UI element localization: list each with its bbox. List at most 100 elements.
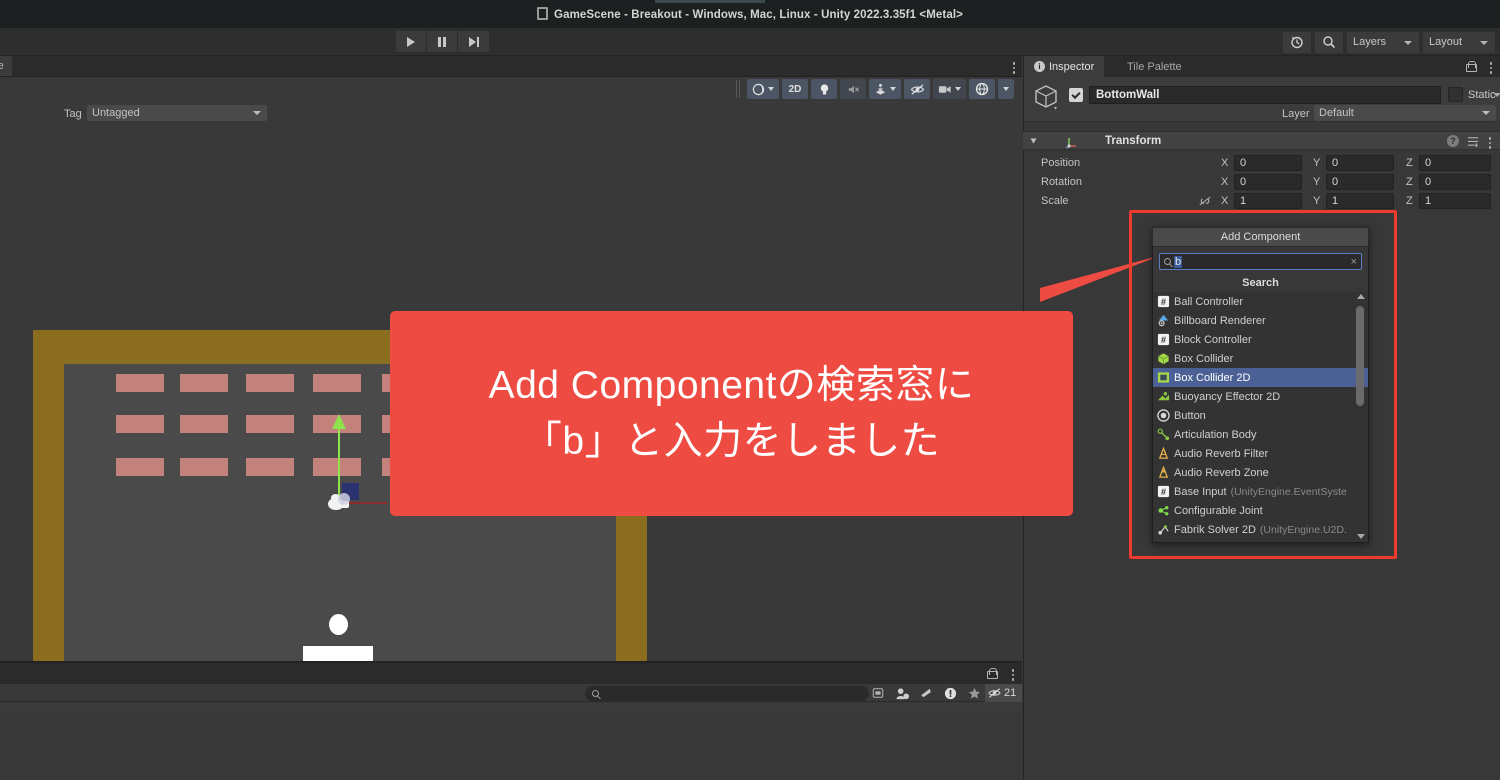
- layers-dropdown[interactable]: Layers: [1347, 31, 1419, 53]
- tag-dropdown[interactable]: Untagged: [87, 105, 267, 121]
- position-x-axis-label: X: [1221, 157, 1229, 169]
- project-favorite-button[interactable]: [962, 684, 986, 702]
- transform-component-header[interactable]: Transform ?: [1023, 131, 1500, 150]
- tab-tile-palette-label: Tile Palette: [1127, 60, 1182, 73]
- hidden-eye-icon: [988, 688, 1001, 698]
- callout-line-1: Add Componentの検索窓に: [488, 364, 975, 408]
- chevron-down-icon: [890, 87, 896, 91]
- layout-label: Layout: [1429, 36, 1463, 48]
- game-ball: [329, 614, 348, 635]
- gizmos-options-dropdown[interactable]: [998, 79, 1014, 99]
- layer-value: Default: [1319, 107, 1354, 119]
- block: [116, 415, 164, 433]
- block: [180, 374, 228, 392]
- foldout-arrow-icon[interactable]: [1030, 138, 1037, 144]
- play-button[interactable]: [396, 31, 427, 52]
- gizmos-dropdown[interactable]: [969, 79, 995, 99]
- play-icon: [407, 36, 415, 47]
- project-warning-button[interactable]: [914, 684, 938, 702]
- rotation-z-input[interactable]: 0: [1419, 174, 1491, 190]
- favorite-icon: [968, 687, 980, 699]
- rotation-y-input[interactable]: 0: [1326, 174, 1394, 190]
- position-z-input[interactable]: 0: [1419, 155, 1491, 171]
- transform-title: Transform: [1105, 135, 1162, 147]
- undo-history-icon: [1291, 36, 1303, 49]
- effects-dropdown[interactable]: [869, 79, 901, 99]
- search-icon: [592, 690, 599, 697]
- light-bulb-icon: [820, 83, 828, 95]
- 2d-toggle[interactable]: 2D: [782, 79, 808, 99]
- camera-icon: [938, 86, 951, 93]
- position-label: Position: [1041, 157, 1081, 169]
- pause-icon: [438, 36, 446, 47]
- preset-icon[interactable]: [1467, 135, 1480, 147]
- chevron-down-icon: [1003, 87, 1009, 91]
- window-title: GameScene - Breakout - Windows, Mac, Lin…: [537, 7, 963, 21]
- gameobject-enabled-checkbox[interactable]: [1069, 88, 1083, 102]
- project-account-button[interactable]: [890, 684, 914, 702]
- transform-menu-icon[interactable]: [1488, 135, 1492, 149]
- history-button[interactable]: [1283, 31, 1311, 53]
- info-icon: i: [1034, 61, 1045, 72]
- inspector-tab-bar: i Inspector Tile Palette: [1024, 56, 1500, 77]
- rotation-x-axis-label: X: [1221, 176, 1229, 188]
- position-x-input[interactable]: 0: [1234, 155, 1302, 171]
- tag-label: Tag: [64, 108, 82, 120]
- project-lock-icon[interactable]: [987, 668, 998, 679]
- position-y-input[interactable]: 0: [1326, 155, 1394, 171]
- transform-icon: [1065, 138, 1076, 149]
- gizmo-y-axis-arrow[interactable]: [331, 414, 346, 429]
- camera-gizmo: [328, 493, 352, 513]
- block: [246, 458, 294, 476]
- inspector-lock-button[interactable]: [1466, 61, 1477, 72]
- project-save-search-button[interactable]: [866, 684, 890, 702]
- scene-tab-bar: re: [0, 56, 1022, 77]
- help-icon[interactable]: ?: [1447, 135, 1459, 147]
- tab-tile-palette[interactable]: Tile Palette: [1117, 56, 1192, 77]
- step-icon: [468, 36, 479, 47]
- project-search-input[interactable]: [585, 686, 869, 701]
- tab-inspector-label: Inspector: [1049, 60, 1095, 73]
- inspector-menu-icon[interactable]: [1489, 60, 1493, 74]
- block: [180, 458, 228, 476]
- static-checkbox[interactable]: [1448, 87, 1463, 102]
- transform-rotation-row: Rotation X 0 Y 0 Z 0: [1023, 173, 1500, 192]
- scale-y-input[interactable]: 1: [1326, 193, 1394, 209]
- step-button[interactable]: [458, 31, 489, 52]
- constrain-proportions-icon[interactable]: [1198, 196, 1212, 206]
- title-accent-strip: [655, 0, 765, 3]
- pause-button[interactable]: [427, 31, 458, 52]
- draw-mode-dropdown[interactable]: [747, 79, 779, 99]
- scene-panel-menu-icon[interactable]: [1012, 60, 1016, 74]
- block: [116, 458, 164, 476]
- block: [246, 415, 294, 433]
- camera-dropdown[interactable]: [933, 79, 966, 99]
- eye-slash-icon: [910, 83, 924, 95]
- static-dropdown-icon[interactable]: [1493, 93, 1500, 97]
- block: [246, 374, 294, 392]
- hidden-objects-toggle[interactable]: [904, 79, 930, 99]
- position-y-axis-label: Y: [1313, 157, 1321, 169]
- camera-gizmo-highlight: [338, 493, 350, 505]
- tab-inspector[interactable]: i Inspector: [1024, 56, 1105, 77]
- rotation-x-input[interactable]: 0: [1234, 174, 1302, 190]
- lighting-toggle[interactable]: [811, 79, 837, 99]
- audio-toggle[interactable]: [840, 79, 866, 99]
- gizmo-globe-icon: [975, 82, 989, 96]
- scene-tab-partial[interactable]: re: [0, 56, 12, 77]
- gameobject-name-input[interactable]: BottomWall: [1089, 86, 1441, 104]
- project-error-button[interactable]: [938, 684, 962, 702]
- hidden-objects-counter[interactable]: 21: [985, 684, 1022, 702]
- block: [180, 415, 228, 433]
- project-menu-icon[interactable]: [1011, 667, 1015, 681]
- 2d-label: 2D: [788, 83, 802, 95]
- toolbar-grip[interactable]: [736, 80, 740, 98]
- block: [116, 374, 164, 392]
- layout-dropdown[interactable]: Layout: [1423, 31, 1495, 53]
- scale-x-input[interactable]: 1: [1234, 193, 1302, 209]
- scene-file-icon: [537, 7, 549, 20]
- scale-z-axis-label: Z: [1406, 195, 1413, 207]
- search-button[interactable]: [1315, 31, 1343, 53]
- layer-dropdown[interactable]: Default: [1314, 105, 1496, 121]
- scale-z-input[interactable]: 1: [1419, 193, 1491, 209]
